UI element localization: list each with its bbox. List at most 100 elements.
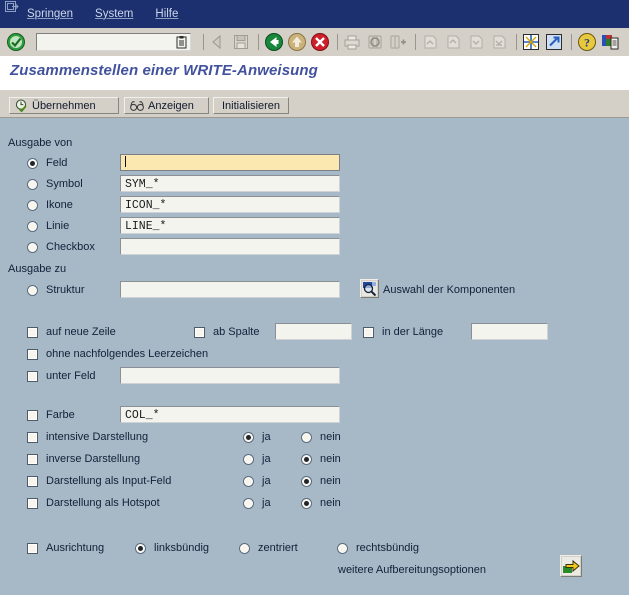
- label-symbol: Symbol: [46, 178, 83, 190]
- radio-inverse-darstellung-nein[interactable]: [301, 454, 312, 465]
- previous-page-icon: [447, 35, 460, 49]
- radio-darstellung-als-input-feld-nein[interactable]: [301, 476, 312, 487]
- checkbox-ab-spalte[interactable]: [194, 327, 205, 338]
- radio-ikone[interactable]: [27, 200, 38, 211]
- radio-symbol[interactable]: [27, 179, 38, 190]
- input-ikone[interactable]: ICON_*: [120, 196, 340, 213]
- label-inverse-darstellung: inverse Darstellung: [46, 453, 141, 465]
- uebernehmen-button[interactable]: Übernehmen: [9, 97, 119, 114]
- label-ausrichtung: Ausrichtung: [46, 542, 105, 554]
- radio-intensive-darstellung-ja[interactable]: [243, 432, 254, 443]
- save-icon: [234, 35, 248, 49]
- toolbar-separator: [337, 34, 338, 50]
- label-darstellung-als-input-feld-nein: nein: [320, 475, 341, 487]
- weitere-aufbereitungsoptionen-label: weitere Aufbereitungsoptionen: [338, 564, 486, 576]
- radio-linie[interactable]: [27, 221, 38, 232]
- label-unter-feld: unter Feld: [46, 370, 96, 382]
- checkbox-unter-feld[interactable]: [27, 371, 38, 382]
- first-page-icon: [424, 35, 437, 49]
- toolbar-separator: [203, 34, 204, 50]
- label-inverse-darstellung-ja: ja: [262, 453, 271, 465]
- radio-linksbuendig[interactable]: [135, 543, 146, 554]
- find-icon[interactable]: [365, 32, 385, 52]
- cancel-red-x-icon[interactable]: [310, 32, 330, 52]
- label-darstellung-als-hotspot-ja: ja: [262, 497, 271, 509]
- radio-darstellung-als-hotspot-ja[interactable]: [243, 498, 254, 509]
- input-linie[interactable]: LINE_*: [120, 217, 340, 234]
- green-check-icon[interactable]: [6, 32, 26, 52]
- checkbox-in-der-laenge[interactable]: [363, 327, 374, 338]
- menu-item-system[interactable]: System: [84, 8, 144, 20]
- checkbox-ausrichtung[interactable]: [27, 543, 38, 554]
- page-title: Zusammenstellen einer WRITE-Anweisung: [10, 62, 318, 79]
- label-inverse-darstellung-nein: nein: [320, 453, 341, 465]
- clipboard-dropdown-icon[interactable]: [176, 36, 187, 49]
- create-shortcut-icon[interactable]: [544, 32, 564, 52]
- group-label-ausgabe-zu: Ausgabe zu: [8, 263, 67, 275]
- radio-feld[interactable]: [27, 158, 38, 169]
- yellow-arrow-execute-icon: [562, 557, 580, 575]
- label-auf-neue-zeile: auf neue Zeile: [46, 326, 116, 338]
- initialisieren-label: Initialisieren: [221, 99, 281, 112]
- checkbox-farbe[interactable]: [27, 410, 38, 421]
- radio-intensive-darstellung-nein[interactable]: [301, 432, 312, 443]
- help-icon[interactable]: ?: [577, 32, 597, 52]
- auswahl-komponenten-button[interactable]: [360, 279, 379, 298]
- menu-item-list: Springen System Hilfe: [16, 8, 189, 20]
- radio-checkbox[interactable]: [27, 242, 38, 253]
- label-darstellung-als-input-feld: Darstellung als Input-Feld: [46, 475, 172, 487]
- green-back-icon[interactable]: [264, 32, 284, 52]
- label-farbe: Farbe: [46, 409, 75, 421]
- clock-check-icon: [15, 99, 27, 112]
- toolbar-separator: [415, 34, 416, 50]
- radio-darstellung-als-hotspot-nein[interactable]: [301, 498, 312, 509]
- radio-zentriert[interactable]: [239, 543, 250, 554]
- checkbox-inverse-darstellung[interactable]: [27, 454, 38, 465]
- label-darstellung-als-hotspot-nein: nein: [320, 497, 341, 509]
- input-farbe[interactable]: COL_*: [120, 406, 340, 423]
- input-in-der-laenge[interactable]: [471, 323, 548, 340]
- command-field[interactable]: [36, 33, 191, 51]
- radio-darstellung-als-input-feld-ja[interactable]: [243, 476, 254, 487]
- print-icon: [344, 35, 360, 50]
- text-caret: [125, 156, 126, 167]
- input-feld[interactable]: [120, 154, 340, 171]
- input-struktur[interactable]: [120, 281, 340, 298]
- input-checkbox[interactable]: [120, 238, 340, 255]
- label-linksbuendig: linksbündig: [154, 542, 210, 554]
- customize-local-layout-icon[interactable]: [600, 32, 620, 52]
- checkbox-ohne-nachfolgendes-leerzeichen[interactable]: [27, 349, 38, 360]
- radio-rechtsbuendig[interactable]: [337, 543, 348, 554]
- radio-struktur[interactable]: [27, 285, 38, 296]
- last-page-icon: [493, 35, 506, 49]
- input-ab-spalte[interactable]: [275, 323, 352, 340]
- weitere-aufbereitungsoptionen-button[interactable]: [560, 555, 582, 577]
- label-ikone: Ikone: [46, 199, 73, 211]
- checkbox-intensive-darstellung[interactable]: [27, 432, 38, 443]
- sap-gui-window: Springen System Hilfe ? Zusammenstellen …: [0, 0, 629, 595]
- anzeigen-label: Anzeigen: [148, 99, 194, 112]
- initialisieren-button[interactable]: Initialisieren: [213, 97, 289, 114]
- checkbox-darstellung-als-input-feld[interactable]: [27, 476, 38, 487]
- checkbox-auf-neue-zeile[interactable]: [27, 327, 38, 338]
- next-page-icon: [470, 35, 483, 49]
- new-window-icon[interactable]: [521, 32, 541, 52]
- toolbar-separator: [516, 34, 517, 50]
- glasses-icon: [130, 100, 144, 111]
- input-unter-feld[interactable]: [120, 367, 340, 384]
- find-next-icon[interactable]: [388, 32, 408, 52]
- label-intensive-darstellung: intensive Darstellung: [46, 431, 149, 443]
- menu-item-springen[interactable]: Springen: [16, 8, 84, 20]
- menu-item-hilfe[interactable]: Hilfe: [144, 8, 189, 20]
- checkbox-darstellung-als-hotspot[interactable]: [27, 498, 38, 509]
- label-darstellung-als-input-feld-ja: ja: [262, 475, 271, 487]
- anzeigen-button[interactable]: Anzeigen: [124, 97, 209, 114]
- label-intensive-darstellung-ja: ja: [262, 431, 271, 443]
- form-canvas: Ausgabe von Feld Symbol SYM_* Ikone ICON…: [0, 118, 629, 595]
- label-ab-spalte: ab Spalte: [213, 326, 260, 338]
- exit-up-icon[interactable]: [287, 32, 307, 52]
- input-symbol[interactable]: SYM_*: [120, 175, 340, 192]
- toolbar-separator: [258, 34, 259, 50]
- label-struktur: Struktur: [46, 284, 85, 296]
- radio-inverse-darstellung-ja[interactable]: [243, 454, 254, 465]
